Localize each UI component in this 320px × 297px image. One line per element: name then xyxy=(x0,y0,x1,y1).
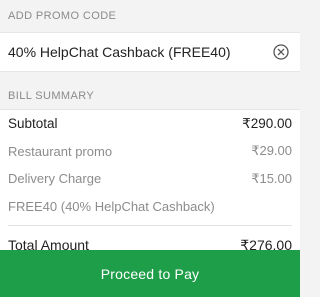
bill-summary-card: Subtotal ₹290.00 Restaurant promo ₹29.00… xyxy=(0,109,300,258)
subtotal-label: Subtotal xyxy=(8,116,58,132)
total-divider xyxy=(8,225,292,226)
subtotal-value: ₹290.00 xyxy=(242,115,292,131)
promo-section-header: ADD PROMO CODE xyxy=(0,0,300,32)
clear-promo-icon[interactable] xyxy=(272,43,290,61)
applied-promo-code: 40% HelpChat Cashback (FREE40) xyxy=(8,44,231,60)
bill-section-header: BILL SUMMARY xyxy=(0,83,300,109)
proceed-to-pay-button[interactable]: Proceed to Pay xyxy=(0,250,300,297)
bill-row-subtotal: Subtotal ₹290.00 xyxy=(8,110,292,138)
bill-row-restaurant-promo: Restaurant promo ₹29.00 xyxy=(8,138,292,166)
delivery-charge-value: ₹15.00 xyxy=(251,170,292,186)
restaurant-promo-value: ₹29.00 xyxy=(251,143,292,159)
bill-row-delivery-charge: Delivery Charge ₹15.00 xyxy=(8,165,292,193)
delivery-charge-label: Delivery Charge xyxy=(8,171,102,187)
promo-code-card[interactable]: 40% HelpChat Cashback (FREE40) xyxy=(0,32,300,72)
bill-row-cashback: FREE40 (40% HelpChat Cashback) xyxy=(8,193,292,221)
cashback-label: FREE40 (40% HelpChat Cashback) xyxy=(8,198,215,214)
restaurant-promo-label: Restaurant promo xyxy=(8,143,113,159)
